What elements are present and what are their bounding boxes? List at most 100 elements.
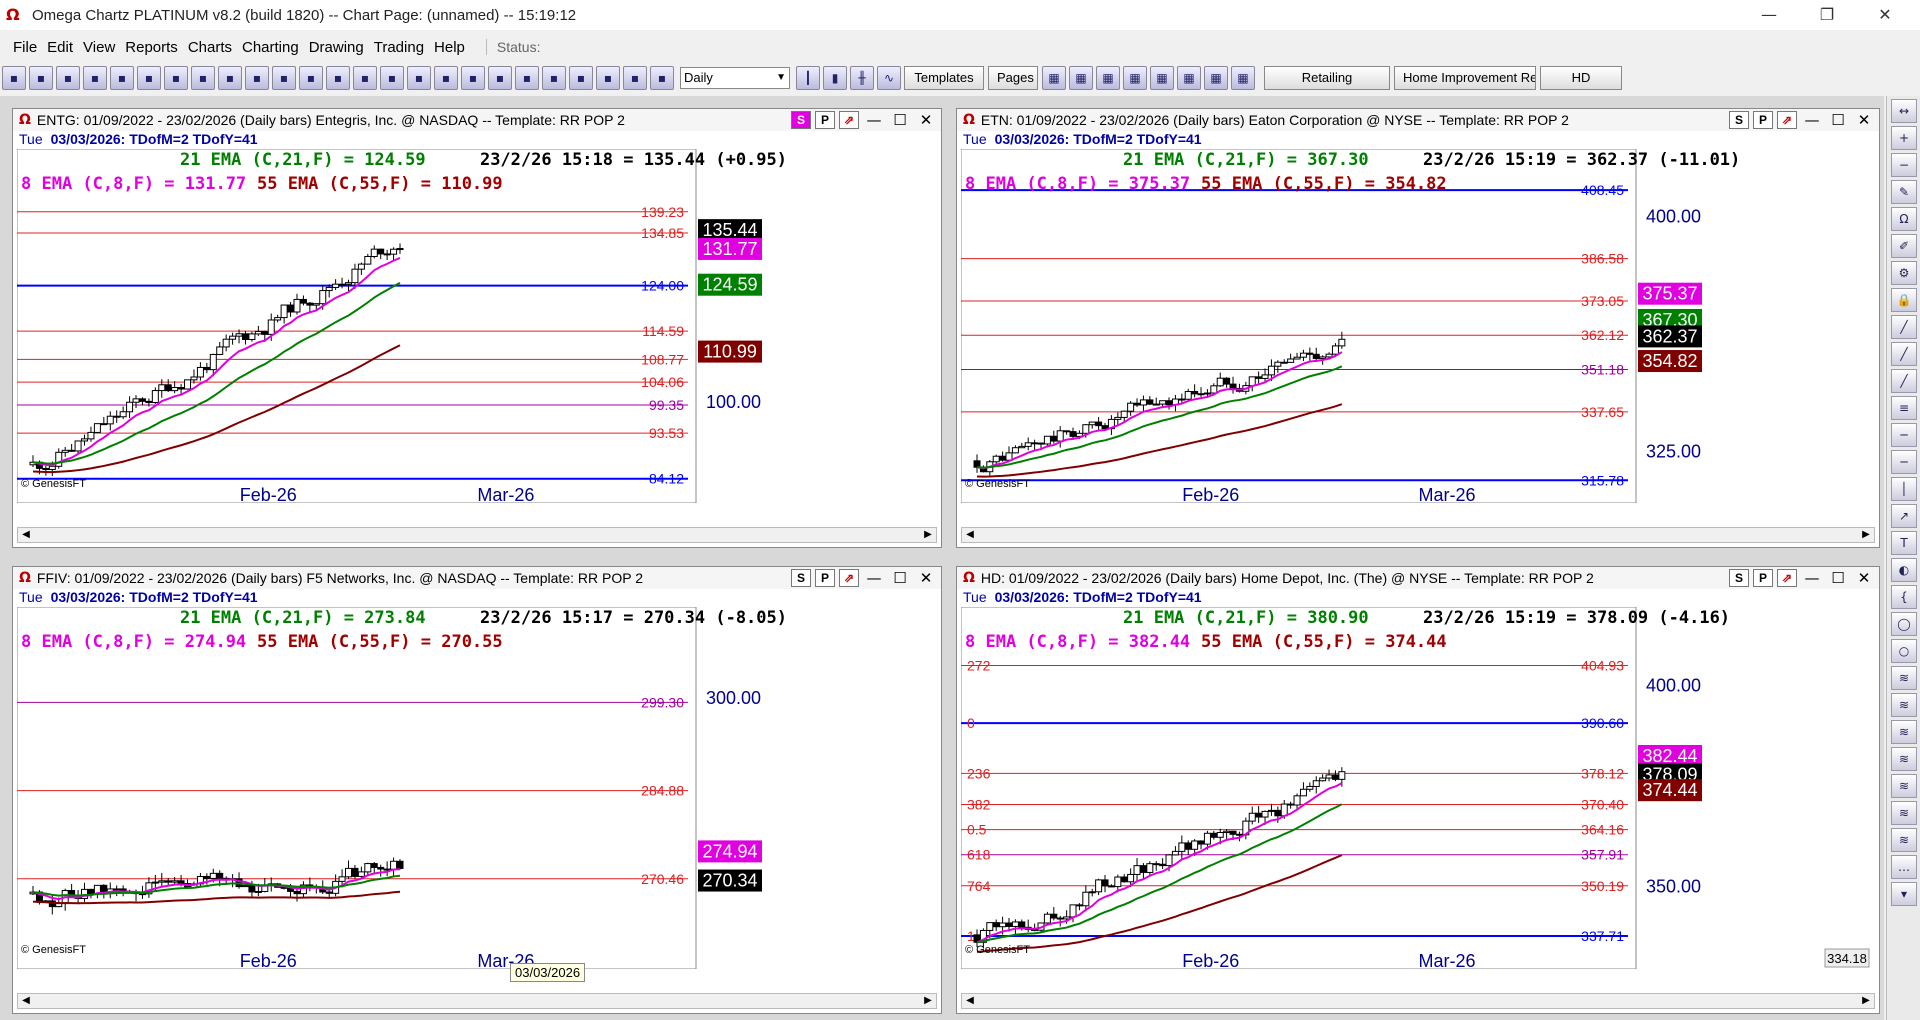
brace-icon[interactable]: { — [1891, 585, 1917, 609]
scan-icon[interactable]: ▪ — [83, 66, 107, 90]
link-icon[interactable]: ▦ — [1150, 66, 1174, 90]
palette-icon[interactable]: ◐ — [1891, 558, 1917, 582]
pages-button[interactable]: Pages — [988, 66, 1038, 90]
tab-retailing[interactable]: Retailing — [1264, 66, 1390, 90]
globe-icon[interactable]: ▪ — [2, 66, 26, 90]
chart-pane-entg[interactable]: Ω ENTG: 01/09/2022 - 23/02/2026 (Daily ba… — [12, 108, 942, 548]
tag-icon[interactable]: ▪ — [164, 66, 188, 90]
menu-edit[interactable]: Edit — [42, 39, 78, 56]
maximize-icon[interactable]: ☐ — [889, 110, 911, 130]
channel-icon[interactable]: ≡ — [1891, 396, 1917, 420]
price-chart[interactable]: 408.45 386.58 373.05 362.12 351.18 337.65 315.… — [961, 149, 1873, 503]
s-button[interactable]: S — [1729, 111, 1749, 129]
split-icon[interactable]: ▦ — [1177, 66, 1201, 90]
pointer-icon[interactable]: ▦ — [1204, 66, 1228, 90]
cow-icon[interactable]: ▪ — [380, 66, 404, 90]
candle-chart-icon[interactable]: ▮ — [823, 66, 847, 90]
chart-pane-ffiv[interactable]: Ω FFIV: 01/09/2022 - 23/02/2026 (Daily ba… — [12, 566, 942, 1014]
p-button[interactable]: P — [1753, 111, 1773, 129]
drag-icon[interactable]: ↔ — [1891, 99, 1917, 123]
menu-trading[interactable]: Trading — [369, 39, 429, 56]
tile-h-icon[interactable]: ▦ — [1096, 66, 1120, 90]
scroll-left-icon[interactable]: ◀ — [18, 994, 34, 1008]
chart-pane-etn[interactable]: Ω ETN: 01/09/2022 - 23/02/2026 (Daily bar… — [956, 108, 1880, 548]
maximize-icon[interactable]: ☐ — [1827, 568, 1849, 588]
trend2-icon[interactable]: ╱ — [1891, 369, 1917, 393]
close-icon[interactable]: ✕ — [1853, 568, 1875, 588]
fib5-icon[interactable]: ≋ — [1891, 774, 1917, 798]
ladder-icon[interactable]: ▪ — [353, 66, 377, 90]
tab-hd[interactable]: HD — [1540, 66, 1622, 90]
pen-icon[interactable]: ▪ — [326, 66, 350, 90]
traffic-light-icon[interactable]: ▪ — [29, 66, 53, 90]
text-icon[interactable]: T — [1891, 531, 1917, 555]
trend-icon[interactable]: ╱ — [1891, 342, 1917, 366]
close-icon[interactable]: ✕ — [1856, 0, 1914, 30]
cascade-icon[interactable]: ▦ — [1123, 66, 1147, 90]
magnify-minus-icon[interactable]: − — [1891, 153, 1917, 177]
p-button[interactable]: P — [815, 111, 835, 129]
quote-icon[interactable]: ▪ — [218, 66, 242, 90]
list-icon[interactable]: ▪ — [272, 66, 296, 90]
p-button[interactable]: P — [1753, 569, 1773, 587]
lightning-icon[interactable]: ▪ — [407, 66, 431, 90]
tile-v-icon[interactable]: ▦ — [1069, 66, 1093, 90]
clock-icon[interactable]: ▪ — [434, 66, 458, 90]
price-chart[interactable]: 404.93 390.60 378.12 370.40 364.16 357.91 350.… — [961, 607, 1873, 969]
menu-file[interactable]: File — [8, 39, 42, 56]
horizontal-scrollbar[interactable]: ◀ ▶ — [961, 527, 1875, 543]
flag-icon[interactable]: ▪ — [245, 66, 269, 90]
maximize-icon[interactable]: ☐ — [889, 568, 911, 588]
arrow-icon[interactable]: ↗ — [1891, 504, 1917, 528]
minimize-icon[interactable]: — — [863, 110, 885, 130]
close-icon[interactable]: ✕ — [915, 568, 937, 588]
pen-icon[interactable]: ✐ — [1891, 234, 1917, 258]
menu-reports[interactable]: Reports — [120, 39, 183, 56]
s-button[interactable]: S — [791, 111, 811, 129]
gear-icon[interactable]: ▪ — [299, 66, 323, 90]
s-button[interactable]: S — [791, 569, 811, 587]
order-icon[interactable]: ⇗ — [839, 111, 859, 129]
chart-pane-hd[interactable]: Ω HD: 01/09/2022 - 23/02/2026 (Daily bars… — [956, 566, 1880, 1014]
more-icon[interactable]: … — [1891, 855, 1917, 879]
scroll-left-icon[interactable]: ◀ — [962, 528, 978, 542]
maximize-icon[interactable]: ☐ — [1827, 110, 1849, 130]
p-button[interactable]: P — [815, 569, 835, 587]
ohlc-chart-icon[interactable]: ╫ — [850, 66, 874, 90]
fib2-icon[interactable]: ≋ — [1891, 693, 1917, 717]
line-icon[interactable]: ╱ — [1891, 315, 1917, 339]
restore-icon[interactable]: ❐ — [1798, 0, 1856, 30]
close-icon[interactable]: ✕ — [915, 110, 937, 130]
minimize-icon[interactable]: — — [1801, 110, 1823, 130]
period-select[interactable]: Daily ▼ — [680, 67, 790, 89]
scroll-right-icon[interactable]: ▶ — [1858, 528, 1874, 542]
magnify-plus-icon[interactable]: + — [1891, 126, 1917, 150]
scroll-right-icon[interactable]: ▶ — [1858, 994, 1874, 1008]
fib6-icon[interactable]: ≋ — [1891, 801, 1917, 825]
stop-icon[interactable]: ▪ — [542, 66, 566, 90]
fib-icon[interactable]: ≋ — [1891, 666, 1917, 690]
line-chart-icon[interactable]: ∿ — [877, 66, 901, 90]
bell-icon[interactable]: ▪ — [488, 66, 512, 90]
lock-icon[interactable]: 🔒 — [1891, 288, 1917, 312]
scroll-left-icon[interactable]: ◀ — [18, 528, 34, 542]
grid-icon[interactable]: ▪ — [110, 66, 134, 90]
price-chart[interactable]: 299.30 284.88 270.46 21 EMA (C,21,F) = 273.… — [17, 607, 935, 969]
circle-icon[interactable]: ○ — [1891, 639, 1917, 663]
bar-icon[interactable]: ▪ — [137, 66, 161, 90]
hammer-icon[interactable]: ▪ — [56, 66, 80, 90]
tile-icon[interactable]: ▦ — [1042, 66, 1066, 90]
hline-icon[interactable]: ─ — [1891, 423, 1917, 447]
price-chart[interactable]: 139.23 134.85 124.00 114.59 108.77 104.06 99.3… — [17, 149, 935, 503]
scroll-icon[interactable]: ▾ — [1891, 882, 1917, 906]
scroll-left-icon[interactable]: ◀ — [962, 994, 978, 1008]
tab-home-improvement[interactable]: Home Improvement Reta — [1394, 66, 1536, 90]
crosshair-icon[interactable]: ▦ — [1231, 66, 1255, 90]
minimize-icon[interactable]: — — [1740, 0, 1798, 30]
fib3-icon[interactable]: ≋ — [1891, 720, 1917, 744]
order-icon[interactable]: ⇗ — [839, 569, 859, 587]
order-icon[interactable]: ⇗ — [1777, 569, 1797, 587]
close-icon[interactable]: ✕ — [1853, 110, 1875, 130]
menu-view[interactable]: View — [78, 39, 120, 56]
hline2-icon[interactable]: ─ — [1891, 450, 1917, 474]
